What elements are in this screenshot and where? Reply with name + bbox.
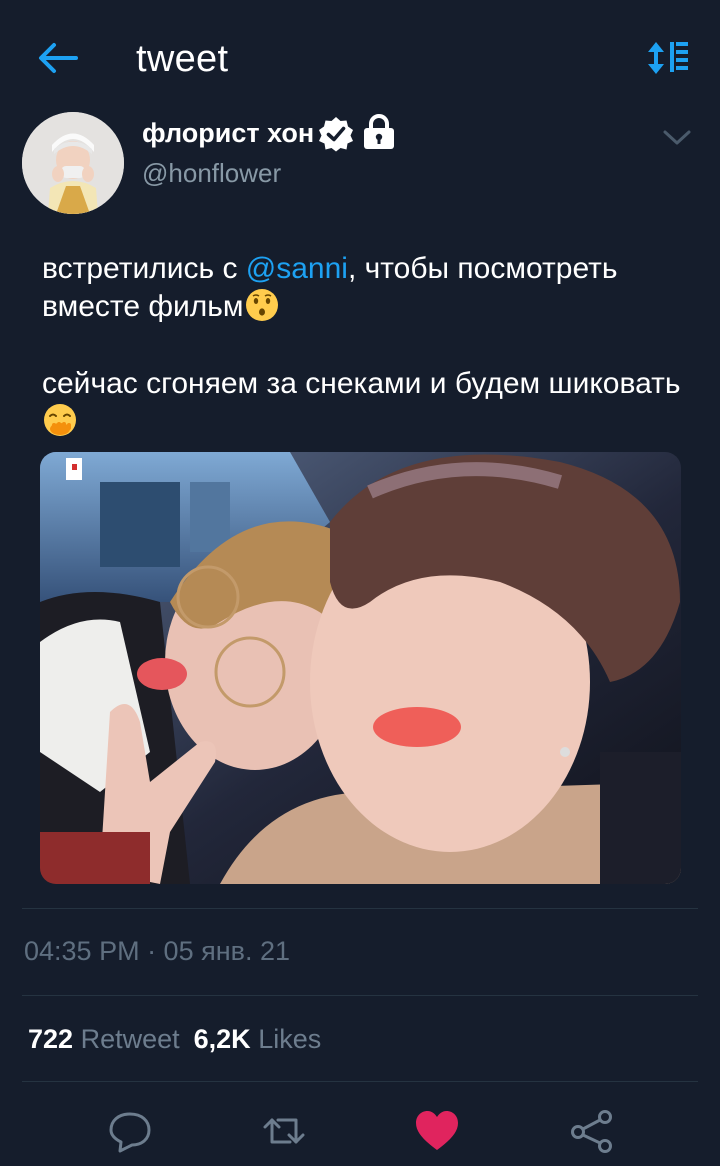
- tweet-screen: tweet флорист хон @honflower встретились…: [0, 0, 720, 1166]
- like-button[interactable]: [413, 1108, 461, 1154]
- top-bar: tweet: [0, 0, 720, 118]
- page-title: tweet: [136, 38, 229, 80]
- like-label: Likes: [258, 1024, 322, 1054]
- tweet-paragraph-1: встретились с @sanni, чтобы посмотреть в…: [42, 252, 618, 323]
- author-name[interactable]: флорист хон: [142, 118, 314, 149]
- sort-icon: [648, 42, 688, 74]
- tweet-stats: 722 Retweet 6,2K Likes: [28, 1024, 335, 1055]
- tweet-menu-button[interactable]: [660, 124, 694, 150]
- tweet-text: встретились с @sanni, чтобы посмотреть в…: [42, 250, 692, 440]
- arrow-left-icon: [39, 43, 78, 73]
- divider: [22, 995, 698, 996]
- retweets-stat[interactable]: 722 Retweet: [28, 1024, 194, 1054]
- chevron-down-icon: [663, 130, 691, 145]
- mention-link[interactable]: @sanni: [246, 252, 348, 285]
- tweet-timestamp: 04:35 PM · 05 янв. 21: [24, 936, 291, 966]
- heart-icon: [416, 1111, 458, 1150]
- retweet-icon: [263, 1118, 305, 1144]
- tweet-photo[interactable]: [40, 452, 681, 884]
- hand-over-mouth-face-icon: [44, 404, 76, 436]
- likes-stat[interactable]: 6,2K Likes: [194, 1024, 336, 1054]
- verified-badge-icon: [319, 117, 353, 152]
- tweet-paragraph-2: сейчас сгоняем за снеками и будем шикова…: [42, 365, 692, 440]
- retweet-count: 722: [28, 1024, 74, 1054]
- kissing-face-icon: [245, 289, 278, 321]
- reply-button[interactable]: [106, 1108, 154, 1154]
- sort-button[interactable]: [644, 38, 692, 78]
- share-button[interactable]: [568, 1108, 616, 1154]
- divider: [22, 1081, 698, 1082]
- back-button[interactable]: [36, 38, 80, 78]
- share-icon: [571, 1110, 612, 1153]
- lock-icon: [364, 114, 394, 149]
- retweet-label: Retweet: [80, 1024, 180, 1054]
- author-handle[interactable]: @honflower: [142, 158, 281, 189]
- avatar[interactable]: [22, 112, 124, 214]
- divider: [22, 908, 698, 909]
- retweet-button[interactable]: [260, 1108, 308, 1154]
- like-count: 6,2K: [193, 1024, 251, 1054]
- speech-bubble-icon: [109, 1112, 151, 1153]
